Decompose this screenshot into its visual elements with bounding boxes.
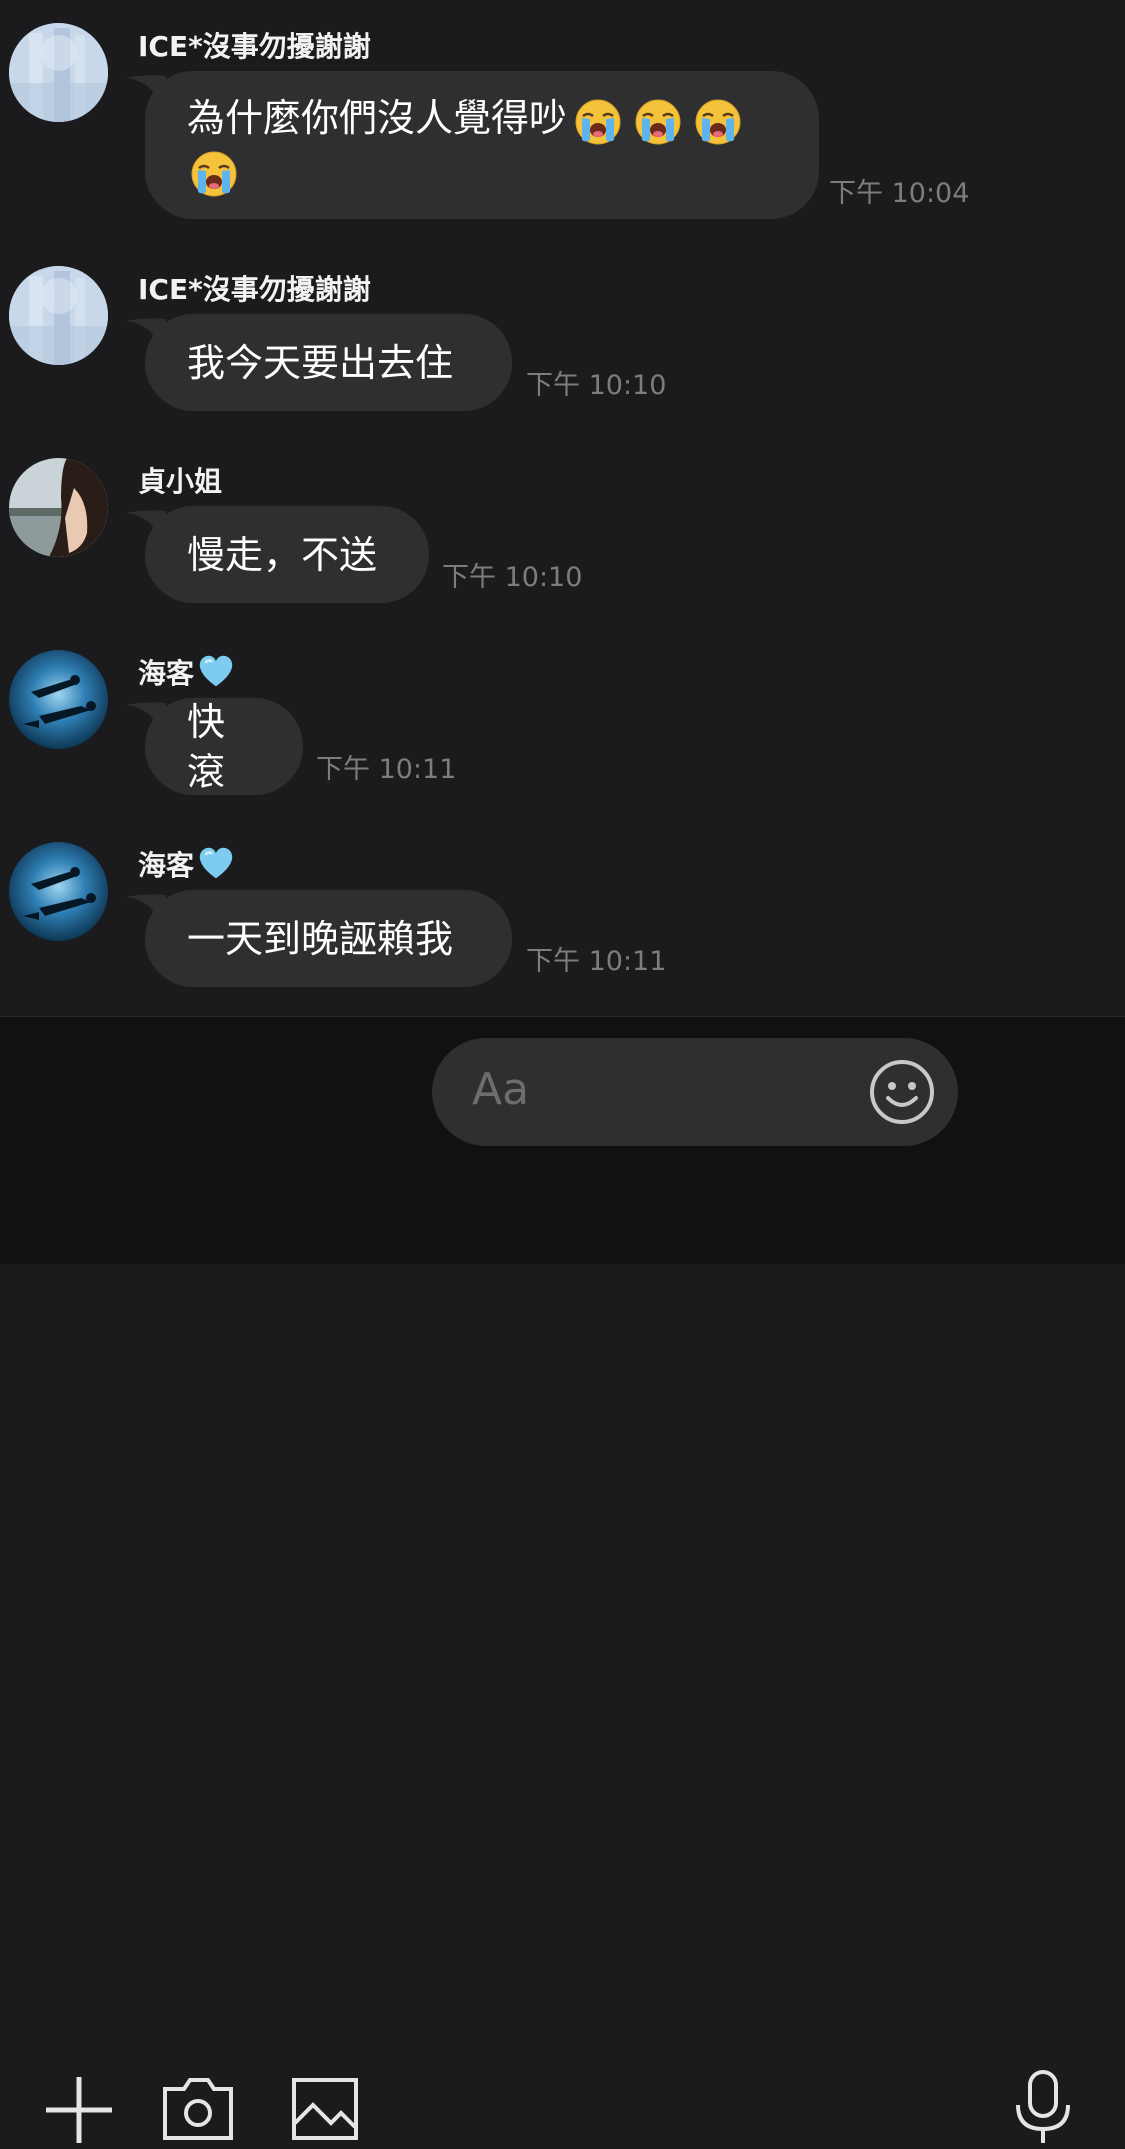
message-text: 快滾 bbox=[187, 699, 226, 794]
sender-name: ICE*沒事勿擾謝謝 bbox=[138, 273, 371, 306]
blue-heart-icon bbox=[198, 846, 234, 882]
avatar[interactable] bbox=[9, 842, 108, 941]
image-icon[interactable] bbox=[291, 2077, 359, 2141]
avatar[interactable] bbox=[9, 650, 108, 749]
message-text: 慢走，不送 bbox=[187, 532, 378, 577]
message-bubble[interactable]: 一天到晚誣賴我 bbox=[145, 890, 512, 987]
message-timestamp: 下午 10:11 bbox=[526, 946, 667, 977]
avatar[interactable] bbox=[9, 458, 108, 557]
sender-name-text: 海客 bbox=[138, 657, 195, 690]
blue-heart-icon bbox=[198, 654, 234, 690]
loudly-crying-face-icon bbox=[189, 148, 239, 198]
sender-name: 海客 bbox=[138, 652, 234, 692]
chat-area[interactable]: ICE*沒事勿擾謝謝 為什麼你們沒人覺得吵 下午 10:04 ICE*沒事勿擾謝… bbox=[0, 0, 1125, 1016]
loudly-crying-face-icon bbox=[693, 96, 743, 146]
plus-icon[interactable] bbox=[44, 2075, 114, 2145]
loudly-crying-face-icon bbox=[573, 96, 623, 146]
smiley-icon[interactable] bbox=[868, 1058, 936, 1130]
input-placeholder: Aa bbox=[472, 1064, 530, 1115]
loudly-crying-face-icon bbox=[633, 96, 683, 146]
message-text: 我今天要出去住 bbox=[187, 340, 454, 385]
input-toolbar: Aa bbox=[0, 1016, 1125, 2143]
message-timestamp: 下午 10:10 bbox=[526, 370, 667, 401]
sender-name-text: 海客 bbox=[138, 849, 195, 882]
avatar[interactable] bbox=[9, 23, 108, 122]
message-timestamp: 下午 10:11 bbox=[316, 754, 457, 785]
message-bubble[interactable]: 快滾 bbox=[145, 698, 303, 795]
sender-name: 海客 bbox=[138, 844, 234, 884]
camera-icon[interactable] bbox=[162, 2077, 234, 2141]
sender-name: 貞小姐 bbox=[138, 465, 223, 498]
message-bubble[interactable]: 慢走，不送 bbox=[145, 506, 429, 603]
message-timestamp: 下午 10:04 bbox=[829, 178, 970, 209]
message-bubble[interactable]: 我今天要出去住 bbox=[145, 314, 512, 411]
message-bubble[interactable]: 為什麼你們沒人覺得吵 bbox=[145, 71, 819, 219]
avatar[interactable] bbox=[9, 266, 108, 365]
sender-name: ICE*沒事勿擾謝謝 bbox=[138, 30, 371, 63]
message-input[interactable]: Aa bbox=[432, 1038, 958, 1146]
message-text: 一天到晚誣賴我 bbox=[187, 916, 454, 961]
microphone-icon[interactable] bbox=[1013, 2069, 1073, 2145]
message-timestamp: 下午 10:10 bbox=[442, 562, 583, 593]
message-text: 為什麼你們沒人覺得吵 bbox=[187, 96, 568, 140]
